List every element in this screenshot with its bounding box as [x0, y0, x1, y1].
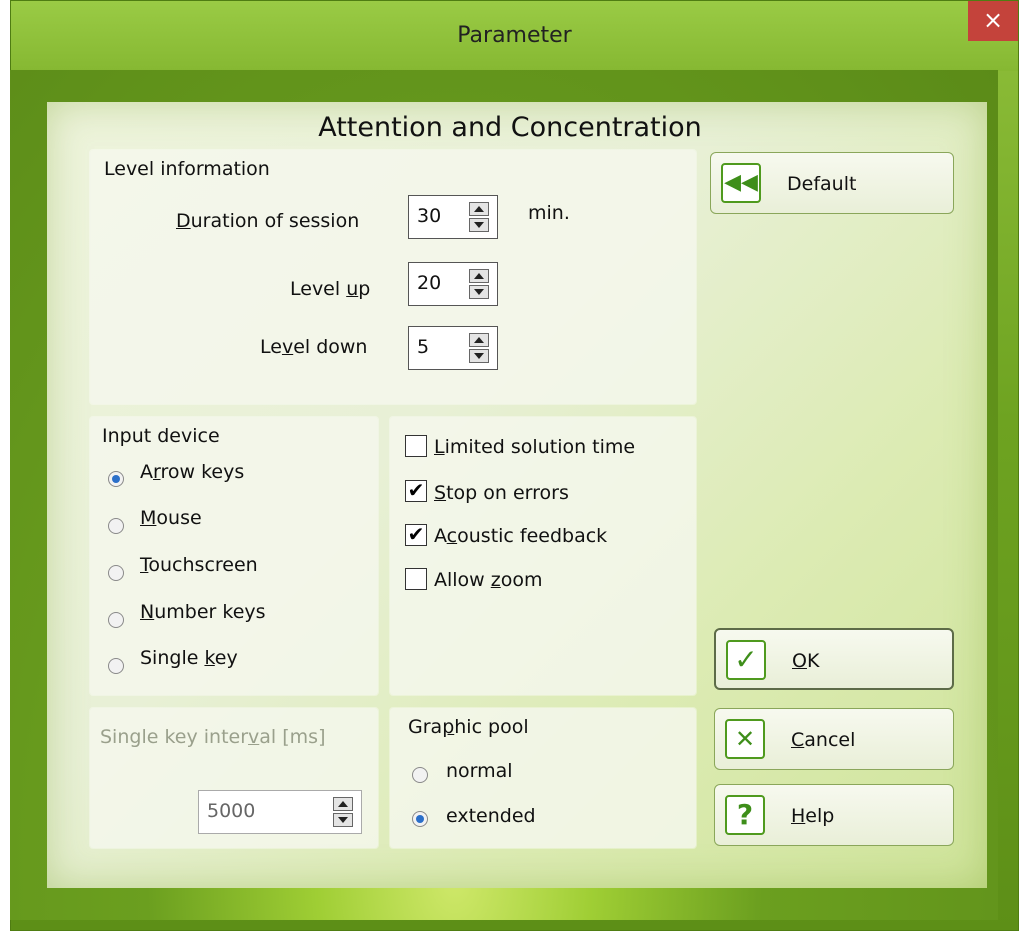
radio-label-single-key[interactable]: Single key: [140, 647, 238, 669]
spin-up-icon[interactable]: [469, 333, 489, 347]
spin-down-icon[interactable]: [469, 349, 489, 363]
spin-down-icon: [333, 813, 353, 827]
radio-mouse[interactable]: [108, 518, 124, 534]
level-up-stepper[interactable]: 20: [408, 262, 498, 306]
duration-stepper[interactable]: 30: [408, 195, 498, 239]
spin-up-icon[interactable]: [469, 202, 489, 216]
help-button-label: Help: [791, 805, 835, 827]
radio-single-key[interactable]: [108, 658, 124, 674]
level-up-spin-arrows[interactable]: [469, 269, 489, 299]
radio-label-touchscreen[interactable]: Touchscreen: [140, 554, 258, 576]
spin-up-icon[interactable]: [469, 269, 489, 283]
checkbox-acoustic-feedback[interactable]: ✔: [405, 524, 427, 546]
window-title: Parameter: [457, 23, 572, 48]
level-down-value: 5: [417, 336, 430, 358]
single-key-interval-group: Single key interval [ms] 5000: [90, 708, 378, 848]
checkbox-label-acoustic-feedback[interactable]: Acoustic feedback: [434, 525, 607, 547]
x-icon: ✕: [725, 719, 765, 759]
graphic-pool-title: Graphic pool: [408, 716, 529, 738]
radio-arrow-keys[interactable]: [108, 471, 124, 487]
level-information-title: Level information: [104, 158, 270, 180]
close-button[interactable]: ×: [968, 1, 1018, 41]
radio-label-mouse[interactable]: Mouse: [140, 507, 202, 529]
radio-normal[interactable]: [412, 767, 428, 783]
level-up-label: Level up: [290, 278, 371, 300]
checkbox-limited-solution-time[interactable]: [405, 435, 427, 457]
page-title: Attention and Concentration: [318, 112, 702, 143]
help-button[interactable]: ? Help: [714, 784, 954, 846]
title-bar[interactable]: Parameter ×: [11, 1, 1018, 71]
options-group: Limited solution time ✔ Stop on errors ✔…: [390, 417, 696, 695]
spin-up-icon: [333, 797, 353, 811]
ok-button-label: OK: [792, 650, 820, 672]
default-button-label: Default: [787, 173, 857, 195]
radio-number-keys[interactable]: [108, 612, 124, 628]
checkbox-allow-zoom[interactable]: [405, 568, 427, 590]
cancel-button-label: Cancel: [791, 729, 856, 751]
rewind-icon: ◀◀: [721, 163, 761, 203]
duration-spin-arrows[interactable]: [469, 202, 489, 232]
duration-value: 30: [417, 205, 442, 227]
level-information-group: Level information Duration of session 30…: [90, 150, 696, 404]
default-button[interactable]: ◀◀ Default: [710, 152, 954, 214]
level-down-stepper[interactable]: 5: [408, 326, 498, 370]
single-key-spin-arrows: [333, 797, 353, 827]
checkbox-label-limited-solution-time[interactable]: Limited solution time: [434, 436, 635, 458]
check-icon: ✓: [726, 640, 766, 680]
radio-label-arrow-keys[interactable]: Arrow keys: [140, 461, 244, 483]
cancel-button[interactable]: ✕ Cancel: [714, 708, 954, 770]
checkbox-stop-on-errors[interactable]: ✔: [405, 480, 427, 502]
spin-down-icon[interactable]: [469, 218, 489, 232]
level-up-value: 20: [417, 272, 442, 294]
single-key-interval-label: Single key interval [ms]: [100, 726, 326, 748]
single-key-interval-value: 5000: [207, 800, 256, 822]
radio-label-normal[interactable]: normal: [446, 760, 513, 782]
radio-label-number-keys[interactable]: Number keys: [140, 601, 266, 623]
radio-label-extended[interactable]: extended: [446, 805, 536, 827]
single-key-interval-stepper: 5000: [198, 790, 362, 834]
radio-extended[interactable]: [412, 811, 428, 827]
question-icon: ?: [725, 795, 765, 835]
graphic-pool-group: Graphic pool normal extended: [390, 708, 696, 848]
ok-button[interactable]: ✓ OK: [714, 628, 954, 690]
input-device-title: Input device: [102, 425, 220, 447]
spin-down-icon[interactable]: [469, 285, 489, 299]
radio-touchscreen[interactable]: [108, 565, 124, 581]
duration-unit: min.: [528, 202, 570, 224]
duration-label: Duration of session: [176, 210, 360, 232]
checkbox-label-stop-on-errors[interactable]: Stop on errors: [434, 482, 569, 504]
level-down-label: Level down: [260, 336, 368, 358]
input-device-group: Input device Arrow keys Mouse Touchscree…: [90, 417, 378, 695]
level-down-spin-arrows[interactable]: [469, 333, 489, 363]
checkbox-label-allow-zoom[interactable]: Allow zoom: [434, 569, 543, 591]
